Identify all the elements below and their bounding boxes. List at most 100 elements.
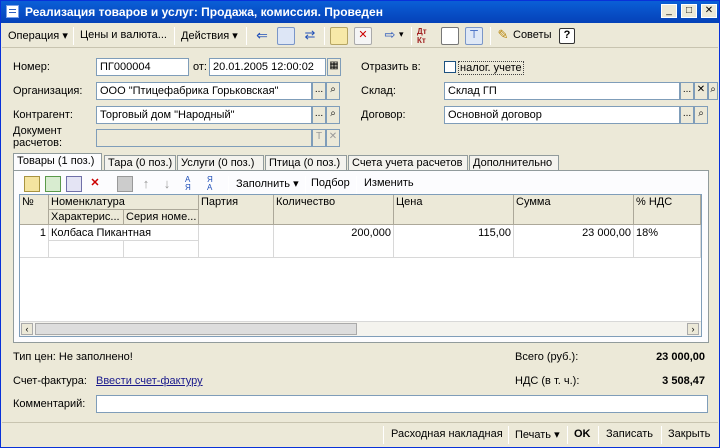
goods-table: № Номенклатура Характерис... Серия номе.… bbox=[19, 194, 702, 337]
fill-menu[interactable]: Заполнить ▾ bbox=[236, 177, 299, 190]
number-label: Номер: bbox=[13, 61, 50, 73]
type-select-icon: T bbox=[312, 129, 326, 147]
contract-open-icon[interactable]: ⌕ bbox=[694, 106, 708, 124]
actions-menu[interactable]: Действия ▾ bbox=[181, 29, 238, 42]
move-down-icon[interactable]: ↓ bbox=[159, 176, 175, 192]
selection-button[interactable]: Подбор bbox=[311, 177, 350, 189]
report-icon[interactable] bbox=[441, 27, 459, 45]
column-header-price[interactable]: Цена bbox=[394, 195, 514, 225]
vat-cell[interactable]: 18% bbox=[634, 225, 701, 258]
document-window: Реализация товаров и услуг: Продажа, ком… bbox=[0, 0, 720, 448]
price-type-text: Тип цен: Не заполнено! bbox=[13, 351, 133, 363]
reflect-label: Отразить в: bbox=[361, 61, 421, 73]
batch-cell[interactable] bbox=[199, 225, 274, 258]
close-window-button[interactable]: ✕ bbox=[701, 4, 717, 18]
enter-invoice-link[interactable]: Ввести счет-фактуру bbox=[96, 375, 203, 387]
price-cell[interactable]: 115,00 bbox=[394, 225, 514, 258]
organization-open-icon[interactable]: ⌕ bbox=[326, 82, 340, 100]
edit-row-icon[interactable] bbox=[66, 176, 82, 192]
tab-additional[interactable]: Дополнительно bbox=[469, 155, 559, 170]
maximize-button[interactable]: □ bbox=[681, 4, 697, 18]
main-toolbar: Операция ▾ Цены и валюта... Действия ▾ ⇐… bbox=[2, 24, 718, 48]
structure-icon[interactable] bbox=[277, 27, 295, 45]
organization-field[interactable]: ООО "Птицефабрика Горьковская" bbox=[96, 82, 312, 100]
operation-menu[interactable]: Операция ▾ bbox=[8, 29, 68, 42]
warehouse-open-icon[interactable]: ⌕ bbox=[708, 82, 718, 100]
column-header-vat[interactable]: % НДС bbox=[634, 195, 701, 225]
quantity-cell[interactable]: 200,000 bbox=[274, 225, 394, 258]
document-icon bbox=[6, 5, 19, 18]
scroll-right-icon[interactable]: › bbox=[687, 323, 699, 335]
prices-currency-button[interactable]: Цены и валюта... bbox=[80, 29, 167, 41]
delete-row-icon[interactable]: ✕ bbox=[87, 176, 103, 192]
series-cell[interactable] bbox=[124, 241, 199, 258]
column-header-num[interactable]: № bbox=[20, 195, 49, 225]
add-row-icon[interactable] bbox=[24, 176, 40, 192]
nomenclature-cell[interactable]: Колбаса Пикантная bbox=[49, 225, 199, 241]
characteristic-cell[interactable] bbox=[49, 241, 124, 258]
horizontal-scrollbar[interactable]: ‹ › bbox=[20, 321, 701, 336]
column-header-batch[interactable]: Партия bbox=[199, 195, 274, 225]
tab-poultry[interactable]: Птица (0 поз.) bbox=[265, 155, 347, 170]
tab-services[interactable]: Услуги (0 поз.) bbox=[177, 155, 264, 170]
tab-settlement-accounts[interactable]: Счета учета расчетов bbox=[348, 155, 468, 170]
column-header-sum[interactable]: Сумма bbox=[514, 195, 634, 225]
calendar-icon[interactable]: ▦ bbox=[327, 58, 341, 76]
organization-label: Организация: bbox=[13, 85, 83, 97]
title-bar[interactable]: Реализация товаров и услуг: Продажа, ком… bbox=[1, 1, 719, 23]
arrow-left-icon[interactable]: ⇐ bbox=[253, 27, 271, 45]
tab-containers[interactable]: Тара (0 поз.) bbox=[104, 155, 176, 170]
window-title: Реализация товаров и услуг: Продажа, ком… bbox=[25, 5, 383, 19]
counterparty-field[interactable]: Торговый дом "Народный" bbox=[96, 106, 312, 124]
debit-credit-icon[interactable]: Дт Кт bbox=[417, 27, 435, 45]
warehouse-select-button[interactable]: ... bbox=[680, 82, 694, 100]
hierarchy-icon[interactable]: ⊤ bbox=[465, 27, 483, 45]
unpost-document-icon[interactable]: ✕ bbox=[354, 27, 372, 45]
save-button[interactable]: Записать bbox=[606, 428, 653, 440]
sales-invoice-button[interactable]: Расходная накладная bbox=[391, 428, 503, 440]
scroll-thumb[interactable] bbox=[35, 323, 357, 335]
counterparty-open-icon[interactable]: ⌕ bbox=[326, 106, 340, 124]
sum-cell[interactable]: 23 000,00 bbox=[514, 225, 634, 258]
column-header-series[interactable]: Серия номе... bbox=[124, 210, 199, 225]
sort-ascending-icon[interactable]: AЯ bbox=[185, 176, 201, 192]
ok-button[interactable]: OK bbox=[574, 428, 591, 440]
column-header-quantity[interactable]: Количество bbox=[274, 195, 394, 225]
contract-field[interactable]: Основной договор bbox=[444, 106, 680, 124]
comment-field[interactable] bbox=[96, 395, 708, 413]
tax-accounting-label: налог. учете bbox=[458, 61, 524, 75]
number-field[interactable]: ПГ000004 bbox=[96, 58, 189, 76]
date-label: от: bbox=[193, 61, 207, 73]
warehouse-field[interactable]: Склад ГП bbox=[444, 82, 680, 100]
date-field[interactable]: 20.01.2005 12:00:02 bbox=[209, 58, 326, 76]
column-header-characteristic[interactable]: Характерис... bbox=[49, 210, 124, 225]
warehouse-clear-icon[interactable]: ✕ bbox=[694, 82, 708, 100]
contract-select-button[interactable]: ... bbox=[680, 106, 694, 124]
settlement-doc-field bbox=[96, 129, 312, 147]
column-header-nomenclature[interactable]: Номенклатура bbox=[49, 195, 199, 210]
copy-row-icon[interactable] bbox=[45, 176, 61, 192]
row-num-cell[interactable]: 1 bbox=[20, 225, 49, 258]
post-document-icon[interactable] bbox=[330, 27, 348, 45]
end-edit-icon[interactable] bbox=[117, 176, 133, 192]
move-up-icon[interactable]: ↑ bbox=[138, 176, 154, 192]
print-menu[interactable]: Печать ▾ bbox=[515, 428, 560, 441]
sort-descending-icon[interactable]: ЯA bbox=[207, 176, 223, 192]
help-button[interactable]: ? bbox=[559, 28, 575, 44]
refresh-icon[interactable]: ⇄ bbox=[301, 27, 319, 45]
organization-select-button[interactable]: ... bbox=[312, 82, 326, 100]
counterparty-select-button[interactable]: ... bbox=[312, 106, 326, 124]
tax-accounting-checkbox[interactable] bbox=[444, 61, 456, 73]
scroll-left-icon[interactable]: ‹ bbox=[21, 323, 33, 335]
change-button[interactable]: Изменить bbox=[364, 177, 414, 189]
tips-button[interactable]: Советы bbox=[513, 29, 551, 41]
based-on-icon[interactable]: ⇨ bbox=[381, 27, 399, 45]
based-on-dropdown-icon[interactable]: ▾ bbox=[399, 29, 404, 40]
vat-total-value: 3 508,47 bbox=[662, 375, 705, 387]
contract-label: Договор: bbox=[361, 109, 406, 121]
close-button[interactable]: Закрыть bbox=[668, 428, 710, 440]
warehouse-label: Склад: bbox=[361, 85, 396, 97]
minimize-button[interactable]: _ bbox=[661, 4, 677, 18]
total-label: Всего (руб.): bbox=[515, 351, 579, 363]
tab-goods[interactable]: Товары (1 поз.) bbox=[13, 153, 102, 170]
